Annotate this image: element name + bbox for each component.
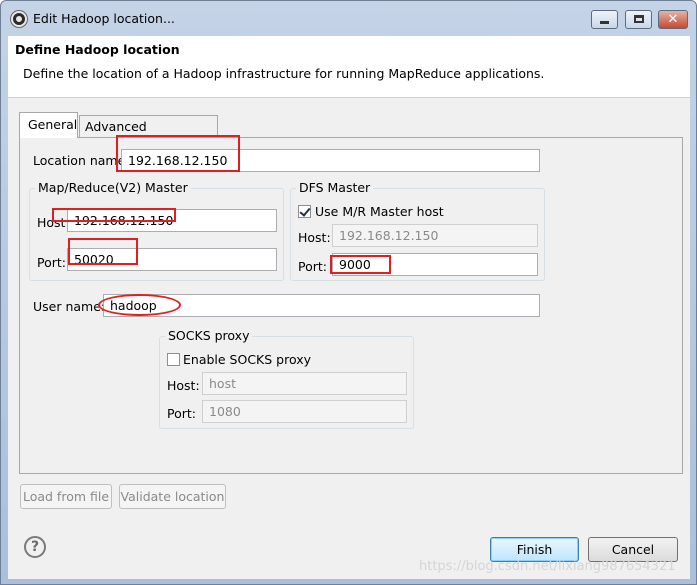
socks-host-input: host <box>202 372 407 395</box>
minimize-icon <box>600 21 609 24</box>
dfs-master-group-title: DFS Master <box>296 180 374 195</box>
page-description: Define the location of a Hadoop infrastr… <box>23 66 545 81</box>
annotation-box-location-name <box>116 135 240 172</box>
annotation-box-dfs-port <box>330 255 391 274</box>
window-title: Edit Hadoop location... <box>33 11 175 26</box>
minimize-button[interactable] <box>591 10 618 29</box>
socks-proxy-group: SOCKS proxy Enable SOCKS proxy Host: hos… <box>159 328 414 429</box>
use-mr-host-checkbox[interactable] <box>298 205 311 218</box>
watermark-text: https://blog.csdn.net/lixiang987654321 <box>419 559 676 574</box>
dfs-master-group: DFS Master Use M/R Master host Host: 192… <box>290 180 545 281</box>
socks-host-label: Host: <box>167 378 200 393</box>
tab-general[interactable]: General <box>19 112 78 138</box>
validate-location-button[interactable]: Validate location <box>119 484 226 509</box>
use-mr-host-label[interactable]: Use M/R Master host <box>315 204 444 219</box>
dfs-host-input: 192.168.12.150 <box>332 224 538 247</box>
eclipse-app-icon <box>11 11 27 27</box>
page-title: Define Hadoop location <box>15 42 180 57</box>
mr-master-group-title: Map/Reduce(V2) Master <box>35 180 191 195</box>
user-name-label: User name: <box>33 299 106 314</box>
enable-socks-checkbox[interactable] <box>167 353 180 366</box>
dialog-window: Edit Hadoop location... ✕ Define Hadoop … <box>0 0 697 585</box>
mr-master-group: Map/Reduce(V2) Master Host: 192.168.12.1… <box>29 180 284 281</box>
dfs-host-label: Host: <box>298 230 331 245</box>
socks-port-label: Port: <box>167 406 196 421</box>
dialog-header: Define Hadoop location Define the locati… <box>8 36 690 98</box>
tab-advanced-parameters[interactable]: Advanced parameters <box>79 115 218 149</box>
load-from-file-button[interactable]: Load from file <box>20 484 112 509</box>
mr-port-label: Port: <box>37 255 66 270</box>
maximize-icon <box>634 15 644 23</box>
maximize-button[interactable] <box>625 10 652 29</box>
annotation-oval-user-name <box>98 294 181 316</box>
title-bar[interactable]: Edit Hadoop location... ✕ <box>1 1 696 35</box>
close-icon: ✕ <box>667 12 679 27</box>
help-icon[interactable]: ? <box>24 536 46 558</box>
enable-socks-label[interactable]: Enable SOCKS proxy <box>183 352 311 367</box>
close-button[interactable]: ✕ <box>658 10 688 29</box>
socks-proxy-group-title: SOCKS proxy <box>165 328 253 343</box>
annotation-box-mr-port <box>68 238 138 265</box>
socks-port-input: 1080 <box>202 400 407 423</box>
dfs-port-label: Port: <box>298 259 327 274</box>
annotation-box-mr-host <box>52 208 176 222</box>
